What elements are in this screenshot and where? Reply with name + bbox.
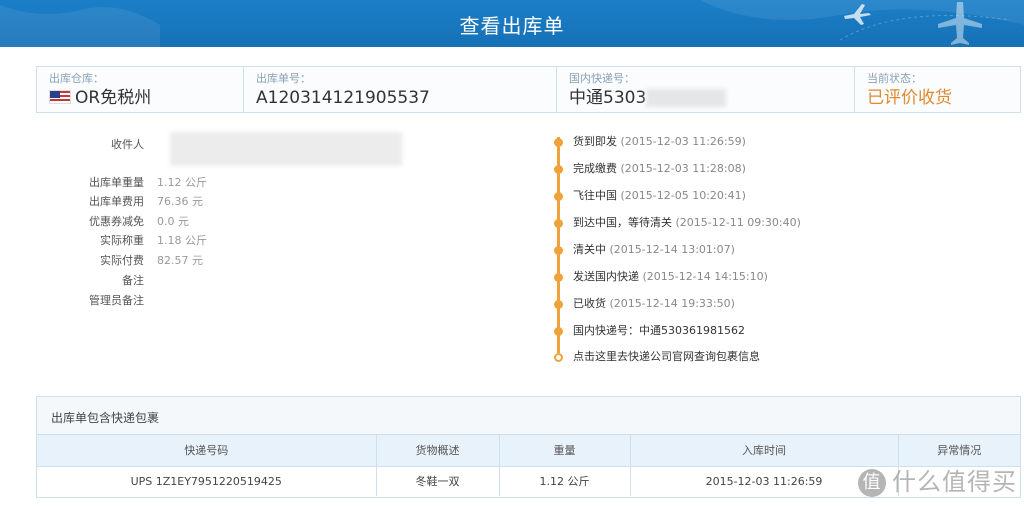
us-flag-icon [49,90,71,104]
timeline-time: (2015-12-14 14:15:10) [642,270,768,283]
redacted-recipient-blur [170,132,402,166]
watermark-text: 什么值得买 [892,468,1017,496]
timeline-dot-icon [554,246,563,255]
status-value: 已评价收货 [867,88,952,108]
timeline-dot-icon [554,327,563,336]
warehouse-name: OR免税州 [75,88,152,108]
timeline-time: (2015-12-14 19:33:50) [609,297,735,310]
timeline-dot-icon [554,219,563,228]
detail-label: 出库单费用 [89,195,144,208]
warehouse-caption: 出库仓库： [49,72,104,85]
timeline-dot-icon [554,192,563,201]
order-number-caption: 出库单号： [256,72,311,85]
warehouse-cell: 出库仓库： OR免税州 [37,67,243,112]
shipping-timeline: 货到即发 (2015-12-03 11:26:59) 完成缴费 (2015-12… [553,133,1013,364]
detail-label: 管理员备注 [89,294,144,307]
status-caption: 当前状态： [867,72,922,85]
courier-site-link[interactable]: 点击这里去快递公司官网查询包裹信息 [573,350,760,364]
timeline-event: 货到即发 [573,135,617,148]
timeline-time: (2015-12-14 13:01:07) [609,243,735,256]
table-cell: UPS 1Z1EY7951220519425 [37,466,377,496]
timeline-event: 已收货 [573,297,606,310]
timeline-event: 到达中国，等待清关 [573,216,672,229]
table-cell: 1.12 公斤 [499,466,631,496]
timeline-event: 国内快递号：中通530361981562 [573,324,745,337]
timeline-event: 发送国内快递 [573,270,639,283]
detail-value: 1.18 公斤 [157,234,207,247]
timeline-dot-icon [554,273,563,282]
column-header: 重量 [499,435,631,467]
detail-value: 82.57 元 [157,254,203,267]
domestic-tracking-cell: 国内快递号： 中通5303 [556,67,854,112]
domestic-tracking-value: 中通5303 [569,88,854,108]
timeline-time: (2015-12-03 11:26:59) [620,135,746,148]
watermark-badge-icon: 值 [858,469,886,497]
order-info-bar: 出库仓库： OR免税州 出库单号： A120314121905537 国内快递号… [36,66,1021,113]
order-number-value: A120314121905537 [256,88,430,108]
detail-label: 优惠券减免 [89,215,144,228]
detail-value: 0.0 元 [157,215,189,228]
timeline-dot-icon [554,300,563,309]
status-cell: 当前状态： 已评价收货 [854,67,1020,112]
detail-label: 出库单重量 [89,176,144,189]
column-header: 快递号码 [37,435,377,467]
timeline-time: (2015-12-11 09:30:40) [675,216,801,229]
timeline-event: 清关中 [573,243,606,256]
timeline-event: 飞往中国 [573,189,617,202]
domestic-tracking-caption: 国内快递号： [569,72,635,85]
warehouse-value: OR免税州 [49,88,243,108]
detail-label: 实际称重 [100,234,144,247]
timeline-time: (2015-12-03 11:28:08) [620,162,746,175]
table-cell: 冬鞋一双 [376,466,500,496]
detail-label: 收件人 [111,138,144,151]
timeline-open-dot-icon [554,353,563,362]
timeline-dot-icon [554,165,563,174]
page-title: 查看出库单 [459,14,565,38]
site-watermark: 值什么值得买 [858,462,1017,497]
order-number-cell: 出库单号： A120314121905537 [243,67,556,112]
tracking-number-visible: 中通5303 [569,88,647,108]
package-panel-title: 出库单包含快递包裹 [37,397,1020,435]
detail-value: 1.12 公斤 [157,176,207,189]
detail-label: 实际付费 [100,254,144,267]
detail-value: 76.36 元 [157,195,203,208]
timeline-dot-icon [554,138,563,147]
timeline-time: (2015-12-05 10:20:41) [620,189,746,202]
detail-label: 备注 [122,274,144,287]
column-header: 货物概述 [376,435,500,467]
redacted-tracking-blur [646,89,727,107]
page-header: 查看出库单 [0,0,1024,47]
timeline-event: 完成缴费 [573,162,617,175]
